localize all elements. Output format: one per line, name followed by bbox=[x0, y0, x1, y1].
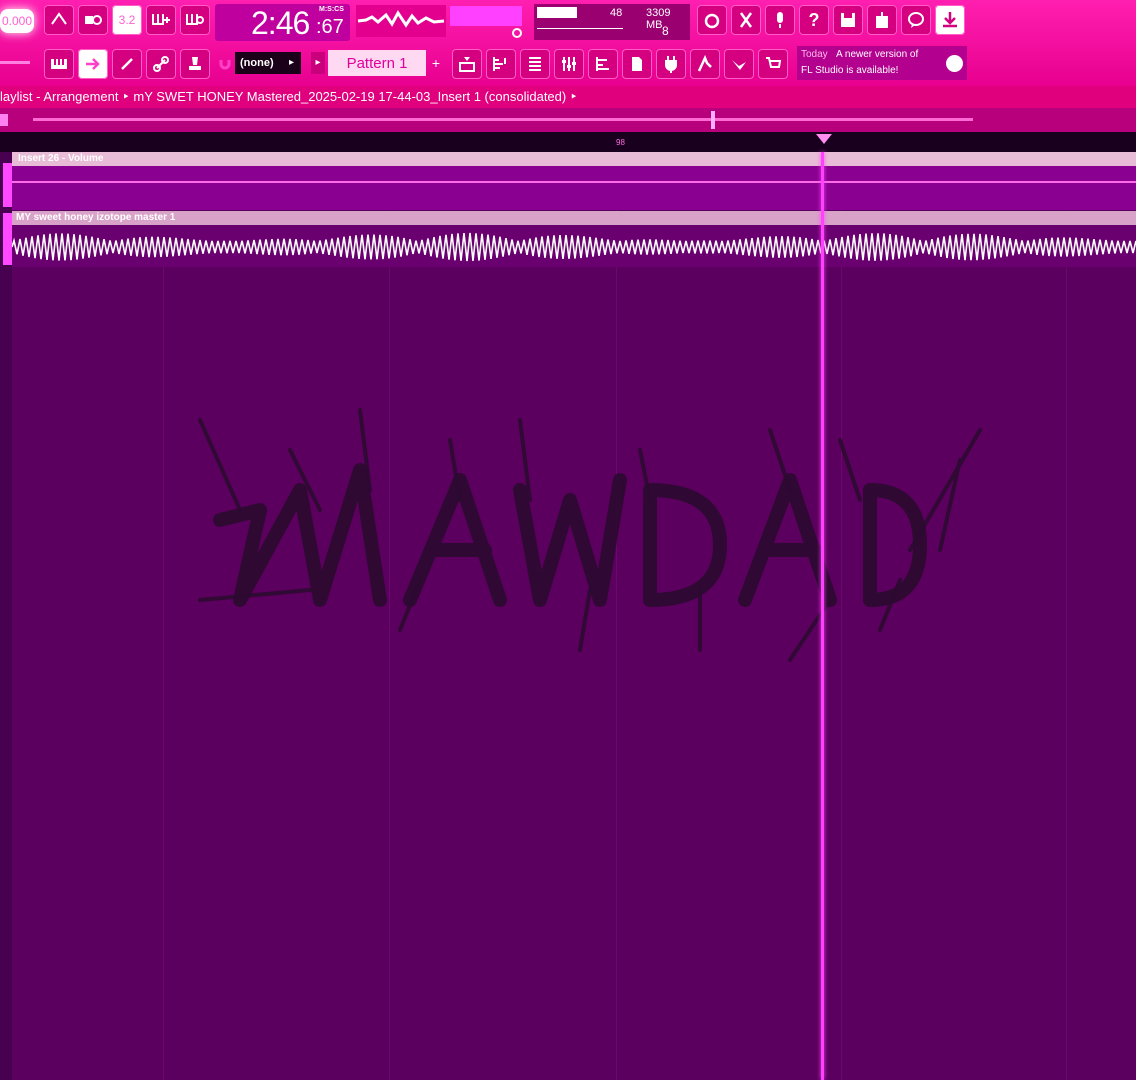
hint-today: Today bbox=[801, 49, 828, 60]
automation-clip-title: Insert 26 - Volume bbox=[18, 153, 104, 164]
track-color-tab[interactable] bbox=[3, 163, 12, 207]
oscilloscope bbox=[356, 5, 446, 37]
automation-clip[interactable]: Insert 26 - Volume bbox=[12, 152, 1136, 210]
artist-logo bbox=[198, 408, 982, 662]
overview-left-handle[interactable] bbox=[0, 114, 8, 126]
cpu-line bbox=[537, 28, 623, 29]
mic-icon[interactable] bbox=[765, 5, 795, 35]
pattern-prev-icon[interactable]: ▸ bbox=[311, 52, 325, 74]
patch-icon[interactable] bbox=[622, 49, 652, 79]
hint-panel[interactable]: Today A newer version of FL Studio is av… bbox=[797, 46, 967, 80]
track-color-tab[interactable] bbox=[3, 213, 12, 265]
cpu-memory-panel[interactable]: 48 3309 MB 8 bbox=[534, 4, 690, 40]
main-toolbar: 0.000 3.2 2:46 :67 M:S:CS 48 3309 MB 8 ?… bbox=[0, 0, 1136, 86]
audio-clip[interactable]: MY sweet honey izotope master 1 bbox=[12, 211, 1136, 267]
export-icon[interactable] bbox=[867, 5, 897, 35]
overview-bar bbox=[33, 118, 973, 121]
audio-waveform bbox=[12, 232, 1136, 262]
time-fraction: :67 bbox=[316, 16, 344, 38]
step-sequencer-icon[interactable] bbox=[486, 49, 516, 79]
undo-icon[interactable] bbox=[697, 5, 727, 35]
pattern-selector[interactable]: Pattern 1 bbox=[328, 50, 426, 76]
globe-icon[interactable] bbox=[946, 55, 963, 72]
hint-line-2: FL Studio is available! bbox=[801, 65, 899, 76]
playhead-marker[interactable] bbox=[816, 134, 832, 144]
time-main: 2:46 bbox=[251, 5, 310, 41]
cpu-load: 48 bbox=[610, 7, 623, 19]
wait-record-icon[interactable] bbox=[78, 5, 108, 35]
breadcrumb[interactable]: laylist - Arrangement ‣ mY SWET HONEY Ma… bbox=[0, 86, 1136, 108]
chat-icon[interactable] bbox=[901, 5, 931, 35]
link-icon[interactable] bbox=[146, 49, 176, 79]
playhead-line[interactable] bbox=[821, 152, 824, 1080]
piano-icon[interactable] bbox=[724, 49, 754, 79]
tempo-counter[interactable]: 0.000 bbox=[0, 9, 34, 33]
song-position-display[interactable]: 2:46 :67 M:S:CS bbox=[215, 4, 350, 41]
polyphony-count: 8 bbox=[662, 24, 669, 38]
countdown-icon[interactable]: 3.2 bbox=[112, 5, 142, 35]
stamp-icon[interactable] bbox=[180, 49, 210, 79]
browser-icon[interactable] bbox=[520, 49, 550, 79]
bar-number: 98 bbox=[616, 138, 625, 147]
magnet-icon[interactable] bbox=[218, 56, 232, 70]
download-icon[interactable] bbox=[935, 5, 965, 35]
eye-icon[interactable] bbox=[512, 28, 522, 38]
tempo-icon[interactable] bbox=[690, 49, 720, 79]
help-icon[interactable]: ? bbox=[799, 5, 829, 35]
mixer-icon[interactable] bbox=[554, 49, 584, 79]
grid-line bbox=[1066, 152, 1067, 1080]
add-pattern-icon[interactable]: + bbox=[429, 52, 443, 74]
playlist-overview[interactable] bbox=[0, 108, 1136, 132]
snap-arrow-icon[interactable]: ▸ bbox=[289, 57, 294, 68]
time-unit: M:S:CS bbox=[319, 6, 344, 13]
save-icon[interactable] bbox=[833, 5, 863, 35]
master-level-meter bbox=[450, 6, 522, 26]
hint-line-1: A newer version of bbox=[836, 49, 919, 60]
slide-icon[interactable] bbox=[112, 49, 142, 79]
automation-clip-header[interactable]: Insert 26 - Volume bbox=[12, 152, 1136, 166]
piano-roll-icon[interactable] bbox=[44, 49, 74, 79]
step-edit-icon[interactable] bbox=[146, 5, 176, 35]
grid-line bbox=[163, 152, 164, 1080]
track-header-strip bbox=[0, 152, 12, 1080]
automation-line bbox=[12, 181, 1136, 183]
playlist-icon[interactable] bbox=[452, 49, 482, 79]
audio-clip-title: MY sweet honey izotope master 1 bbox=[16, 212, 176, 223]
plugin-icon[interactable] bbox=[656, 49, 686, 79]
channel-rack-icon[interactable] bbox=[588, 49, 618, 79]
loop-record-icon[interactable] bbox=[180, 5, 210, 35]
overview-scroll-handle[interactable] bbox=[711, 111, 715, 129]
scroll-handle[interactable] bbox=[0, 61, 30, 64]
cart-icon[interactable] bbox=[758, 49, 788, 79]
cut-icon[interactable] bbox=[731, 5, 761, 35]
metronome-icon[interactable] bbox=[44, 5, 74, 35]
audio-clip-header[interactable]: MY sweet honey izotope master 1 bbox=[12, 211, 1136, 225]
arrow-icon[interactable] bbox=[78, 49, 108, 79]
cpu-graph bbox=[537, 7, 577, 18]
time-ruler[interactable]: 98 bbox=[0, 132, 1136, 152]
